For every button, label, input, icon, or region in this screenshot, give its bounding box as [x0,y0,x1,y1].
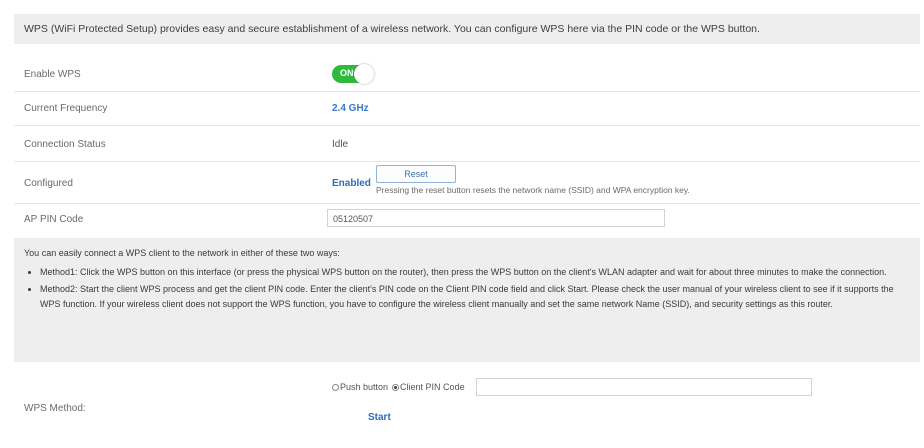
client-pin-radio[interactable] [392,383,400,391]
reset-note: Pressing the reset button resets the net… [376,185,690,195]
howto-method-list: Method1: Click the WPS button on this in… [24,265,910,312]
push-button-option[interactable]: Push button [332,382,388,392]
reset-button[interactable]: Reset [376,165,456,183]
toggle-knob [354,64,374,84]
wps-method-row: WPS Method: Push button Client PIN Code … [14,372,920,442]
current-frequency-value: 2.4 GHz [332,103,369,114]
howto-method-2: Method2: Start the client WPS process an… [40,282,910,312]
configured-label: Configured [24,178,73,189]
enable-wps-row: Enable WPS ON [14,56,920,92]
configured-row: Configured Enabled Reset Pressing the re… [14,162,920,204]
howto-intro: You can easily connect a WPS client to t… [24,248,340,258]
toggle-on-text: ON [340,68,354,78]
ap-pin-row: AP PIN Code 05120507 [14,204,920,234]
current-frequency-label: Current Frequency [24,103,108,114]
push-button-radio[interactable] [332,383,339,391]
configured-value: Enabled [332,178,371,189]
enable-wps-label: Enable WPS [24,69,81,80]
connection-status-row: Connection Status Idle [14,126,920,162]
start-button[interactable]: Start [368,412,391,423]
connection-status-value: Idle [332,139,349,150]
wps-method-options: Push button Client PIN Code [332,378,469,396]
wps-intro-banner: WPS (WiFi Protected Setup) provides easy… [14,14,920,44]
push-button-option-label: Push button [340,382,389,392]
howto-method-1: Method1: Click the WPS button on this in… [40,265,910,280]
wps-howto-panel: You can easily connect a WPS client to t… [14,238,920,362]
client-pin-option-label: Client PIN Code [400,382,465,392]
ap-pin-field[interactable]: 05120507 [327,209,665,227]
ap-pin-label: AP PIN Code [24,214,84,225]
current-frequency-row: Current Frequency 2.4 GHz [14,92,920,126]
wps-method-label: WPS Method: [24,403,86,414]
client-pin-option[interactable]: Client PIN Code [392,382,465,392]
enable-wps-toggle[interactable]: ON [332,64,374,84]
client-pin-input[interactable] [476,378,812,396]
wps-settings-page: WPS (WiFi Protected Setup) provides easy… [0,0,924,448]
connection-status-label: Connection Status [24,139,106,150]
